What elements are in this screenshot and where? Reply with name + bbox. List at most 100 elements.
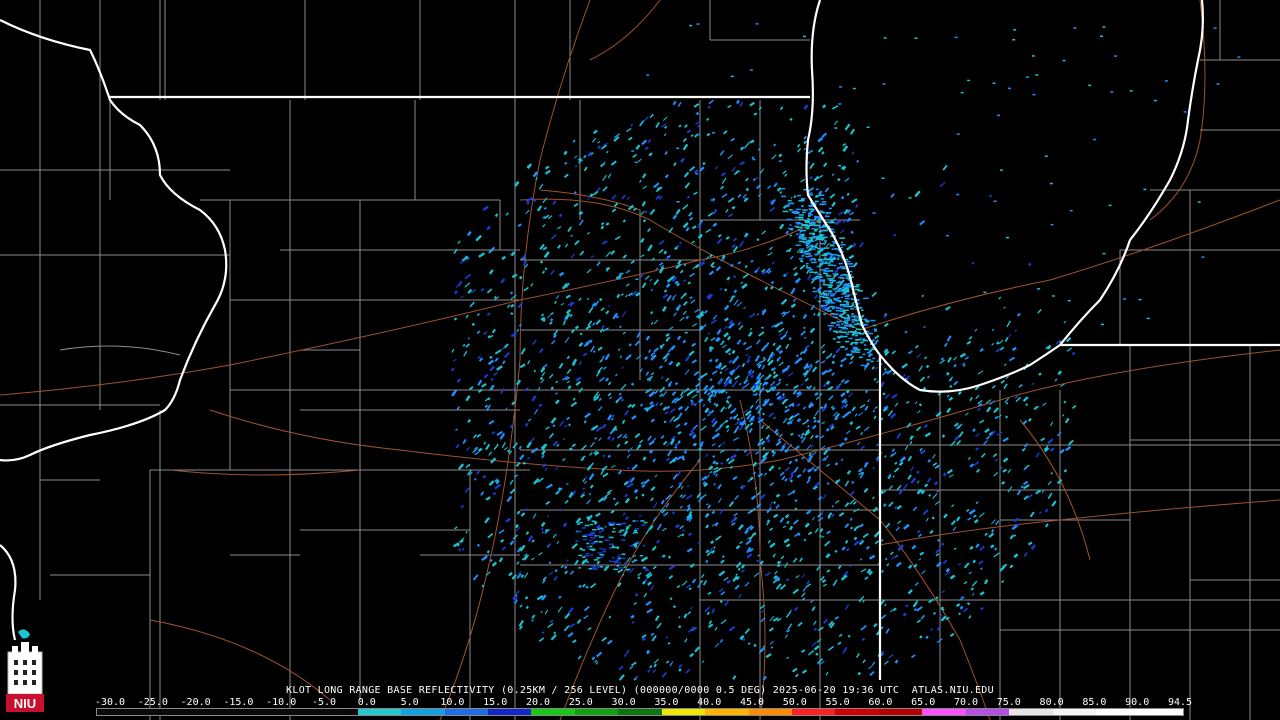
scale-label: -25.0 (137, 697, 168, 708)
echo-speckle (853, 341, 859, 344)
echo-speckle (822, 236, 828, 239)
echo-speckle (817, 258, 820, 261)
echo-speckle (858, 333, 865, 335)
echo-speckle (839, 86, 843, 88)
echo-speckle (782, 210, 789, 213)
scale-label: -10.0 (266, 697, 297, 708)
echo-speckle (603, 550, 607, 553)
echo-speckle (752, 158, 756, 161)
echo-speckle (850, 331, 856, 333)
color-bar-segment (661, 709, 706, 715)
echo-speckle (646, 74, 650, 76)
echo-speckle (590, 533, 595, 535)
echo-speckle (1102, 26, 1106, 28)
echo-speckle (828, 278, 834, 280)
scale-label: 40.0 (697, 697, 722, 708)
echo-speckle (600, 556, 604, 559)
echo-speckle (596, 535, 601, 537)
echo-speckle (827, 264, 833, 266)
echo-speckle (591, 520, 596, 522)
echo-speckle (623, 562, 627, 564)
echo-speckle (755, 23, 759, 25)
echo-speckle (586, 561, 589, 563)
echo-speckle (598, 531, 602, 534)
color-bar-segment (444, 709, 488, 715)
echo-speckle (839, 237, 846, 239)
echo-speckle (582, 538, 587, 541)
echo-speckle (1110, 91, 1114, 93)
echo-speckle (882, 83, 886, 85)
echo-speckle (833, 330, 838, 332)
echo-speckle (850, 298, 853, 300)
echo-speckle (828, 290, 832, 292)
echo-speckle (852, 346, 858, 349)
echo-speckle (999, 169, 1003, 171)
color-bar-segment (97, 709, 141, 715)
echo-speckle (612, 545, 615, 547)
echo-speckle (839, 315, 843, 317)
echo-speckle (633, 529, 638, 532)
echo-speckle (823, 247, 830, 249)
echo-speckle (844, 295, 849, 297)
echo-speckle (846, 333, 850, 335)
echo-speckle (864, 344, 867, 346)
echo-speckle (1031, 55, 1035, 57)
echo-speckle (617, 561, 621, 564)
echo-speckle (796, 223, 803, 225)
echo-speckle (613, 527, 616, 530)
echo-speckle (825, 275, 832, 277)
echo-speckle (820, 211, 825, 214)
echo-speckle (629, 545, 634, 547)
echo-speckle (829, 284, 834, 287)
echo-speckle (787, 199, 792, 202)
echo-speckle (824, 267, 830, 270)
echo-speckle (835, 310, 842, 312)
echo-speckle (1101, 323, 1104, 326)
echo-speckle (817, 221, 822, 223)
echo-speckle (1006, 236, 1009, 239)
echo-speckle (599, 527, 603, 529)
echo-speckle (795, 244, 801, 246)
echo-speckle (862, 338, 865, 340)
echo-speckle (838, 326, 841, 328)
echo-speckle (596, 557, 600, 559)
scale-label: -15.0 (223, 697, 254, 708)
echo-speckle (840, 244, 846, 246)
echo-speckle (807, 218, 810, 220)
echo-speckle (960, 91, 964, 94)
echo-speckle (620, 529, 625, 532)
echo-speckle (847, 278, 850, 281)
echo-speckle (967, 79, 971, 82)
echo-speckle (814, 200, 819, 203)
echo-speckle (846, 301, 850, 304)
echo-speckle (809, 268, 814, 271)
echo-speckle (593, 559, 599, 561)
echo-speckle (811, 246, 817, 248)
echo-speckle (844, 291, 850, 293)
echo-speckle (639, 555, 644, 557)
echo-speckle (860, 341, 864, 344)
echo-speckle (815, 238, 821, 241)
echo-speckle (853, 285, 859, 288)
echo-speckle (1201, 256, 1205, 258)
echo-speckle (596, 566, 601, 568)
echo-speckle (844, 331, 847, 334)
echo-speckle (608, 560, 613, 562)
scale-label: 90.0 (1125, 697, 1150, 708)
echo-speckle (589, 539, 592, 542)
echo-speckle (742, 147, 746, 149)
echo-speckle (810, 244, 814, 246)
echo-speckle (856, 328, 862, 331)
echo-speckle (621, 553, 626, 555)
echo-speckle (789, 234, 793, 237)
echo-speckle (1114, 55, 1118, 57)
echo-speckle (1037, 288, 1041, 290)
echo-speckle (836, 300, 841, 302)
echo-speckle (605, 566, 609, 569)
echo-speckle (830, 302, 836, 304)
echo-speckle (849, 325, 855, 328)
echo-speckle (1100, 35, 1103, 37)
echo-speckle (612, 561, 617, 563)
echo-speckle (589, 545, 593, 548)
echo-speckle (823, 313, 827, 315)
